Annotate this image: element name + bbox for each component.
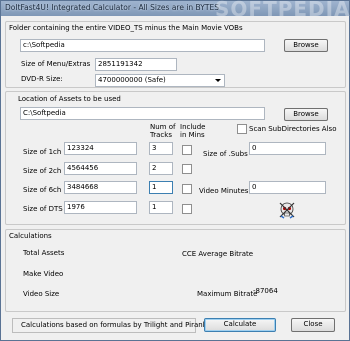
size-6ch-input[interactable]: 3484668: [64, 181, 137, 194]
window-title: DoItFast4U! Integrated Calculator - All …: [5, 3, 219, 12]
calculator-window: DoItFast4U! Integrated Calculator - All …: [0, 0, 350, 341]
dvdr-size-label: DVD-R Size:: [21, 75, 63, 83]
row-label-dts: Size of DTS: [23, 205, 63, 213]
make-video-label: Make Video: [23, 270, 64, 278]
calculations-title: Calculations: [9, 232, 52, 240]
video-minutes-label: Video Minutes: [199, 187, 249, 195]
tracks-dts-input[interactable]: 1: [149, 201, 173, 214]
menu-size-label: Size of Menu/Extras: [21, 60, 91, 68]
tracks-1ch-input[interactable]: 3: [149, 142, 173, 155]
subs-size-label: Size of .Subs: [203, 150, 248, 158]
size-dts-input[interactable]: 1976: [64, 201, 137, 214]
total-assets-label: Total Assets: [23, 249, 65, 257]
include-2ch-checkbox[interactable]: [182, 164, 192, 174]
row-label-1ch: Size of 1ch: [23, 148, 62, 156]
folder-label: Folder containing the entire VIDEO_TS mi…: [9, 24, 243, 32]
assets-group: Location of Assets to be used C:\Softped…: [5, 91, 346, 225]
num-tracks-text: Num of Tracks: [150, 123, 176, 139]
calculate-button[interactable]: Calculate: [204, 318, 276, 332]
size-1ch-input[interactable]: 123324: [64, 142, 137, 155]
tracks-2ch-input[interactable]: 2: [149, 162, 173, 175]
assets-browse-button[interactable]: Browse: [284, 108, 328, 121]
assets-location-label: Location of Assets to be used: [18, 95, 121, 103]
tracks-6ch-input[interactable]: 1: [149, 181, 173, 194]
video-size-label: Video Size: [23, 290, 60, 298]
status-bar: Calculations based on formulas by Trilig…: [12, 318, 211, 333]
row-label-2ch: Size of 2ch: [23, 167, 62, 175]
cce-bitrate-label: CCE Average Bitrate: [182, 250, 254, 258]
softpedia-watermark: SOFTPEDIA: [215, 0, 350, 21]
include-dts-checkbox[interactable]: [182, 204, 192, 214]
max-bitrate-label: Maximum Bitrate: [197, 290, 258, 298]
dvdr-size-value: 4700000000 (Safe): [98, 76, 166, 84]
size-2ch-input[interactable]: 4564456: [64, 162, 137, 175]
include-1ch-checkbox[interactable]: [182, 145, 192, 155]
chevron-down-icon: [215, 79, 221, 82]
dvdr-size-select[interactable]: 4700000000 (Safe): [95, 74, 225, 87]
title-bar[interactable]: DoItFast4U! Integrated Calculator - All …: [1, 0, 350, 21]
folder-group: Folder containing the entire VIDEO_TS mi…: [5, 21, 346, 88]
subs-size-input[interactable]: 0: [249, 142, 326, 155]
num-tracks-header: Num of Tracks: [150, 123, 180, 139]
scan-subdirs-label: Scan SubDirectories Also: [249, 125, 337, 133]
row-label-6ch: Size of 6ch: [23, 186, 62, 194]
max-bitrate-value: -87064: [253, 287, 278, 295]
include-in-mins-text: Include in Mins: [180, 123, 206, 139]
folder-path-input[interactable]: c:\Softpedia: [20, 39, 265, 52]
assets-path-input[interactable]: C:\Softpedia: [20, 107, 265, 120]
folder-browse-button[interactable]: Browse: [284, 39, 328, 52]
video-minutes-input[interactable]: 0: [249, 181, 326, 194]
include-6ch-checkbox[interactable]: [182, 184, 192, 194]
include-in-mins-header: Include in Mins: [180, 123, 206, 139]
close-button[interactable]: Close: [291, 318, 335, 332]
scan-subdirs-checkbox[interactable]: [237, 124, 247, 134]
menu-size-input[interactable]: 2851191342: [95, 58, 177, 71]
calculations-group: Calculations Total Assets Make Video Vid…: [5, 229, 346, 312]
skull-icon[interactable]: [277, 200, 297, 220]
